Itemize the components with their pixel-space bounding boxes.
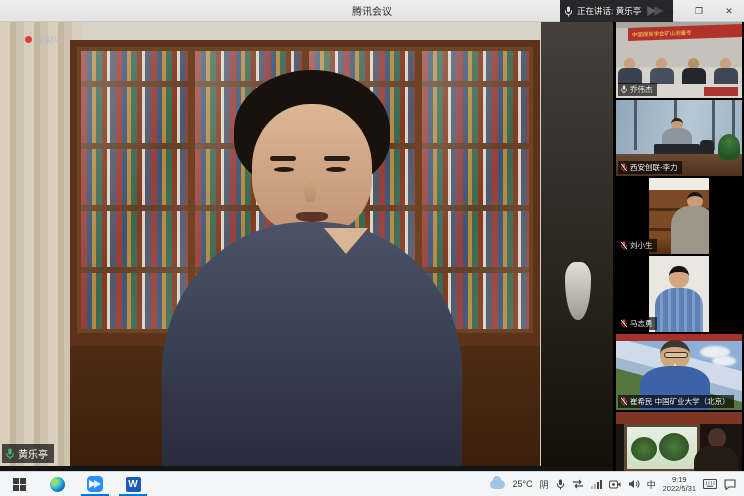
tencent-meeting-button[interactable] bbox=[76, 472, 114, 496]
speaker-portrait bbox=[196, 70, 426, 466]
participant-thumbnail[interactable]: 中国煤炭学会矿山测量专 乔伟杰 bbox=[616, 22, 742, 98]
tray-clock[interactable]: 9:19 2022/5/31 bbox=[663, 475, 696, 494]
word-icon: W bbox=[126, 477, 141, 492]
recording-indicator: 录制中 bbox=[25, 33, 63, 46]
participant-thumbnail[interactable]: 西安创联-李力 bbox=[616, 100, 742, 176]
participant-name: 崔希民 中国矿业大学（北京） bbox=[630, 396, 730, 407]
taskbar-app-buttons: W bbox=[0, 472, 152, 496]
windows-taskbar: W 25°C 阴 中 9:19 bbox=[0, 471, 744, 496]
main-video-feed[interactable]: 录制中 黄乐亭 bbox=[0, 22, 613, 471]
mic-muted-icon bbox=[620, 241, 628, 250]
main-speaker-name: 黄乐亭 bbox=[18, 446, 48, 461]
participant-thumbnail[interactable]: 刘小生 bbox=[616, 178, 742, 254]
participant-name: 刘小生 bbox=[630, 240, 653, 251]
mic-muted-icon bbox=[620, 319, 628, 328]
close-button[interactable]: ✕ bbox=[714, 0, 744, 22]
tencent-meeting-icon bbox=[87, 476, 103, 492]
participant-name: 乔伟杰 bbox=[630, 84, 653, 95]
speaking-banner: 正在讲话: 黄乐亭 bbox=[560, 0, 673, 22]
mic-icon bbox=[564, 6, 573, 17]
participant-thumbnail[interactable]: 崔希民 中国矿业大学（北京） bbox=[616, 334, 742, 410]
participant-name-badge: 乔伟杰 bbox=[618, 83, 657, 96]
participant-thumbnail[interactable]: 胡周海 bbox=[616, 412, 742, 471]
participant-name: 西安创联-李力 bbox=[630, 162, 678, 173]
ime-indicator[interactable]: 中 bbox=[647, 478, 656, 491]
mic-muted-icon bbox=[620, 163, 628, 172]
participant-name-badge: 西安创联-李力 bbox=[618, 161, 682, 174]
participant-name: 马志勇 bbox=[630, 318, 653, 329]
app-window: 腾讯会议 — ❐ ✕ 正在讲话: 黄乐亭 bbox=[0, 0, 744, 496]
windows-logo-icon bbox=[13, 478, 26, 491]
main-video-scene bbox=[0, 22, 613, 466]
touch-keyboard-icon[interactable] bbox=[703, 479, 717, 489]
restore-button[interactable]: ❐ bbox=[684, 0, 714, 22]
participant-name-badge: 刘小生 bbox=[618, 239, 657, 252]
dark-corner-background bbox=[541, 22, 613, 466]
mic-muted-icon bbox=[620, 397, 628, 406]
clock-time: 9:19 bbox=[663, 475, 696, 484]
edge-browser-button[interactable] bbox=[38, 472, 76, 496]
mic-on-icon bbox=[620, 85, 628, 94]
meeting-logo-watermark-icon bbox=[645, 4, 667, 18]
word-button[interactable]: W bbox=[114, 472, 152, 496]
ethernet-icon[interactable] bbox=[572, 479, 584, 489]
tray-mic-icon[interactable] bbox=[556, 479, 565, 490]
participant-sidebar[interactable]: 中国煤炭学会矿山测量专 乔伟杰 bbox=[613, 22, 744, 471]
weather-condition[interactable]: 阴 bbox=[540, 478, 549, 491]
signal-icon[interactable] bbox=[591, 479, 602, 489]
participant-name-badge: 崔希民 中国矿业大学（北京） bbox=[618, 395, 734, 408]
weather-temperature[interactable]: 25°C bbox=[512, 479, 532, 489]
weather-cloud-icon[interactable] bbox=[490, 480, 505, 489]
volume-icon[interactable] bbox=[628, 479, 640, 489]
participant-thumbnail[interactable]: 马志勇 bbox=[616, 256, 742, 332]
window-title: 腾讯会议 bbox=[352, 3, 392, 18]
main-speaker-name-badge: 黄乐亭 bbox=[2, 444, 54, 463]
edge-icon bbox=[50, 477, 65, 492]
mic-active-icon bbox=[5, 448, 15, 460]
meeting-banner-in-video: 中国煤炭学会矿山测量专 bbox=[628, 24, 742, 41]
camera-in-use-icon[interactable] bbox=[609, 480, 621, 489]
start-button[interactable] bbox=[0, 472, 38, 496]
action-center-icon[interactable] bbox=[724, 479, 736, 490]
clock-date: 2022/5/31 bbox=[663, 484, 696, 493]
system-tray: 25°C 阴 中 9:19 2022/5/31 bbox=[490, 472, 744, 496]
recording-label: 录制中 bbox=[36, 33, 63, 46]
speaking-label: 正在讲话: 黄乐亭 bbox=[577, 5, 641, 17]
participant-name-badge: 马志勇 bbox=[618, 317, 657, 330]
record-dot-icon bbox=[25, 36, 32, 43]
